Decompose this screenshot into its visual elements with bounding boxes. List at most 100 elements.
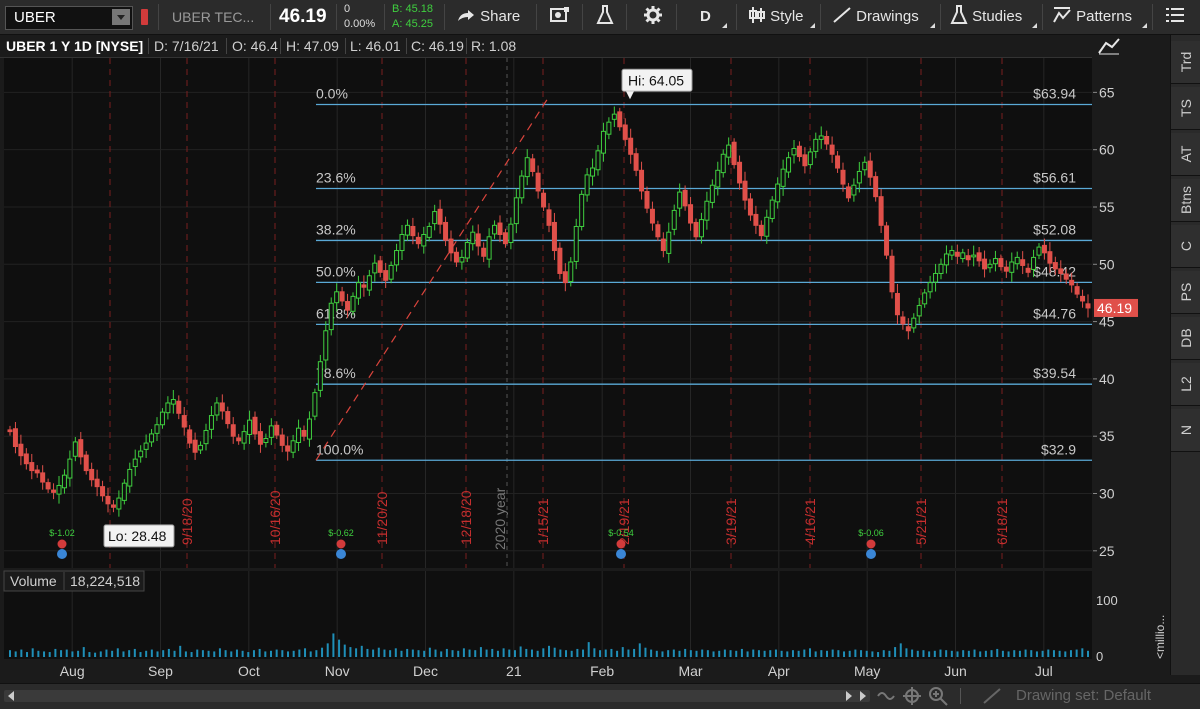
patterns-button[interactable]: Patterns	[1052, 0, 1132, 34]
drawings-label: Drawings	[856, 8, 919, 25]
zoom-icon[interactable]	[928, 686, 948, 706]
candle-body	[132, 458, 138, 468]
volume-units: <millio...	[1153, 615, 1167, 659]
side-tab-label: L2	[1178, 376, 1194, 392]
studies-button[interactable]: Studies	[950, 0, 1022, 34]
drawing-set-select[interactable]: Drawing set: Default	[1016, 687, 1151, 704]
volume-bar	[281, 650, 284, 657]
volume-value: 18,224,518	[70, 573, 140, 589]
volume-bar	[451, 650, 454, 657]
volume-bar	[740, 648, 743, 657]
candle-body	[12, 428, 18, 448]
crosshair-icon[interactable]	[903, 687, 921, 705]
candle-body	[1025, 267, 1031, 273]
volume-bar	[14, 651, 17, 657]
date-marker-label: 3/19/21	[723, 498, 739, 545]
candle-body	[1020, 259, 1026, 266]
alert-flag-icon[interactable]	[141, 9, 148, 25]
side-tab-db[interactable]: DB	[1171, 317, 1200, 360]
share-label: Share	[480, 8, 521, 25]
candle-body	[758, 224, 764, 237]
candle-body	[89, 468, 95, 481]
flask-button[interactable]	[596, 0, 614, 34]
side-tab-panel: Trd TS AT Btns C PS DB L2 N	[1170, 35, 1200, 675]
menu-button[interactable]	[1166, 0, 1184, 34]
volume-bar	[423, 650, 426, 657]
fib-level-price: $39.54	[1033, 365, 1076, 381]
volume-bar	[519, 646, 522, 657]
bottom-bar: Drawing set: Default	[0, 683, 1200, 709]
side-tab-ps[interactable]: PS	[1171, 271, 1200, 314]
scroll-left-icon[interactable]	[8, 691, 14, 701]
scroll-right-icon[interactable]	[846, 691, 852, 701]
symbol-dropdown-button[interactable]	[112, 9, 130, 25]
top-toolbar: UBER UBER TEC... 46.19 0 0.00% B: 45.18 …	[0, 0, 1200, 35]
side-tab-l2[interactable]: L2	[1171, 363, 1200, 406]
scroll-end-icon[interactable]	[860, 691, 866, 701]
side-tab-btns[interactable]: Btns	[1171, 179, 1200, 222]
volume-bar	[434, 649, 437, 657]
style-button[interactable]: Style	[748, 0, 804, 34]
candle-body	[617, 111, 623, 128]
candle-body	[404, 224, 410, 236]
share-button[interactable]: Share	[456, 0, 520, 34]
fib-level-price: $63.94	[1033, 86, 1076, 102]
volume-bar	[638, 643, 641, 657]
pan-icon[interactable]	[876, 687, 898, 705]
date-marker-label: 6/18/21	[994, 498, 1010, 545]
earnings-dividend-icon	[866, 539, 876, 549]
aggregation-button[interactable]: D	[700, 0, 711, 34]
volume-bar	[179, 645, 182, 657]
gear-button[interactable]	[644, 0, 662, 34]
candle-body	[317, 361, 323, 391]
volume-bar	[814, 651, 817, 657]
candle-body	[366, 275, 372, 291]
drawing-pencil-icon[interactable]	[982, 687, 1002, 705]
price-tick-label: 55	[1099, 199, 1115, 215]
candle-body	[628, 137, 634, 155]
candle-body	[927, 282, 933, 293]
side-tab-n[interactable]: N	[1171, 409, 1200, 452]
price-tick-label: 60	[1099, 142, 1115, 158]
side-tab-trd[interactable]: Trd	[1171, 41, 1200, 84]
volume-bar	[979, 651, 982, 657]
candle-body	[100, 486, 106, 497]
volume-bar	[258, 648, 261, 657]
volume-bar	[269, 650, 272, 657]
candle-body	[72, 441, 78, 457]
candle-body	[1014, 256, 1020, 265]
volume-plot-area[interactable]	[4, 571, 1092, 659]
candle-body	[1063, 273, 1069, 280]
candle-body	[61, 474, 67, 489]
symbol-input[interactable]: UBER	[5, 6, 133, 30]
side-tab-ts[interactable]: TS	[1171, 87, 1200, 130]
candle-body	[492, 224, 498, 235]
side-tab-c[interactable]: C	[1171, 225, 1200, 268]
candle-body	[541, 192, 547, 208]
candle-body	[546, 209, 552, 226]
volume-bar	[1001, 650, 1004, 657]
price-chart[interactable]: 8/9/18/2010/16/2011/20/2012/18/201/15/21…	[0, 35, 1170, 683]
scrollbar-track[interactable]	[4, 690, 870, 702]
volume-bar	[604, 649, 607, 657]
volume-bar	[241, 650, 244, 657]
candle-body	[127, 468, 133, 487]
volume-bar	[457, 650, 460, 657]
candle-body	[361, 284, 367, 288]
drawings-button[interactable]: Drawings	[832, 0, 919, 34]
candle-body	[296, 427, 302, 444]
volume-bar	[150, 649, 153, 657]
candle-body	[987, 263, 993, 269]
candle-body	[448, 238, 454, 254]
volume-bar	[967, 650, 970, 657]
volume-bar	[201, 650, 204, 657]
candle-body	[873, 176, 879, 198]
time-axis: Aug Sep Oct Nov Dec 21 Feb Mar Apr May Jun Jul	[60, 663, 1053, 679]
chart-settings-button[interactable]	[550, 0, 570, 34]
volume-bar	[752, 649, 755, 657]
candle-body	[851, 184, 857, 196]
candle-body	[1041, 244, 1047, 254]
price-plot-area[interactable]	[4, 58, 1092, 568]
candle-body	[943, 253, 949, 266]
side-tab-at[interactable]: AT	[1171, 133, 1200, 176]
